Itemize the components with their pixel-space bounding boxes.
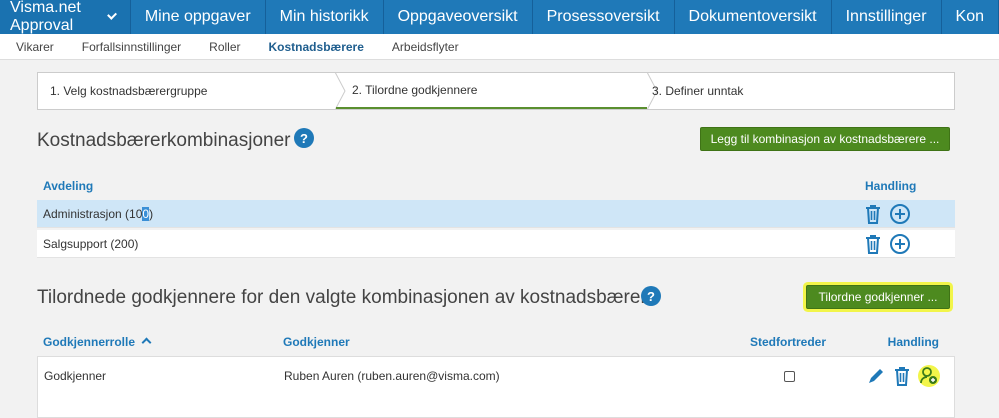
row-actions [839,365,954,387]
subnav-due-settings[interactable]: Forfallsinnstillinger [82,40,181,54]
department-name-text: Administrasjon (10 [43,206,143,221]
app-title: Visma.net Approval [10,0,81,34]
subnav-workflows[interactable]: Arbeidsflyter [392,40,459,54]
combinations-title: Kostnadsbærerkombinasjoner [37,130,291,151]
add-substitute-user-icon[interactable] [918,365,940,387]
approver-name: Ruben Auren (ruben.auren@visma.com) [284,369,500,383]
column-header-label: Godkjennerrolle [43,335,136,349]
nav-item-settings[interactable]: Innstillinger [832,0,942,34]
approver-role: Godkjenner [44,369,107,383]
wizard-step-1[interactable]: 1. Velg kostnadsbærergruppe [38,72,346,110]
sort-ascending-icon [141,337,152,348]
app-switcher[interactable]: Visma.net Approval [0,0,131,34]
wizard-step-2[interactable]: 2. Tilordne godkjennere [336,72,658,110]
department-name: Salgsupport (200) [43,236,139,251]
approvers-table: Godkjennerrolle Godkjenner Stedfortreder… [37,328,955,418]
table-header: Godkjennerrolle Godkjenner Stedfortreder… [37,328,955,356]
nav-item-my-history[interactable]: Min historikk [266,0,384,34]
department-name-text: ) [149,206,154,221]
substitute-cell [739,370,839,382]
top-navigation-bar: Visma.net Approval Mine oppgaver Min his… [0,0,999,34]
add-circle-icon[interactable] [889,203,911,225]
wizard-step-label: 3. Definer unntak [652,84,744,98]
settings-subnav: Vikarer Forfallsinnstillinger Roller Kos… [0,34,999,60]
wizard-step-3[interactable]: 3. Definer unntak [648,73,954,109]
approvers-table-body: Godkjenner Ruben Auren (ruben.auren@vism… [37,356,955,418]
subnav-roles[interactable]: Roller [209,40,240,54]
edit-pencil-icon[interactable] [866,366,886,386]
add-circle-icon[interactable] [889,233,911,255]
subnav-cost-carriers[interactable]: Kostnadsbærere [269,40,364,54]
column-header-substitute: Stedfortreder [749,335,826,349]
wizard-step-label: 1. Velg kostnadsbærergruppe [50,84,208,98]
nav-item-task-overview[interactable]: Oppgaveoversikt [384,0,533,34]
trash-icon[interactable] [892,365,912,387]
assign-approver-button[interactable]: Tilordne godkjenner ... [806,285,950,309]
wizard-step-label: 2. Tilordne godkjennere [352,83,478,97]
trash-icon[interactable] [863,233,883,255]
approvers-title: Tilordnede godkjennere for den valgte ko… [37,287,658,308]
subnav-substitutes[interactable]: Vikarer [16,40,54,54]
combinations-table: Avdeling Handling Administrasjon (100) S… [37,172,955,258]
nav-item-process-overview[interactable]: Prosessoversikt [533,0,675,34]
row-actions [865,233,955,255]
column-header-role[interactable]: Godkjennerrolle [37,335,283,349]
add-combination-button[interactable]: Legg til kombinasjon av kostnadsbærere .… [700,127,950,151]
column-header-action: Handling [865,179,917,193]
help-icon[interactable]: ? [294,128,314,148]
help-icon[interactable]: ? [641,286,661,306]
department-name: Administrasjon (100) [37,206,865,221]
table-row[interactable]: Salgsupport (200) [37,230,955,258]
table-row[interactable]: Administrasjon (100) [37,200,955,228]
column-header-approver[interactable]: Godkjenner [283,335,738,349]
nav-item-truncated[interactable]: Kon [942,0,999,34]
row-actions [865,203,955,225]
nav-item-my-tasks[interactable]: Mine oppgaver [131,0,266,34]
table-row[interactable]: Godkjenner Ruben Auren (ruben.auren@vism… [38,357,954,395]
substitute-checkbox[interactable] [783,370,795,382]
trash-icon[interactable] [863,203,883,225]
nav-item-document-overview[interactable]: Dokumentoversikt [675,0,832,34]
wizard-steps: 1. Velg kostnadsbærergruppe 2. Tilordne … [37,72,955,110]
column-header-action: Handling [887,335,939,349]
table-header: Avdeling Handling [37,172,955,200]
column-header-department[interactable]: Avdeling [37,179,865,193]
